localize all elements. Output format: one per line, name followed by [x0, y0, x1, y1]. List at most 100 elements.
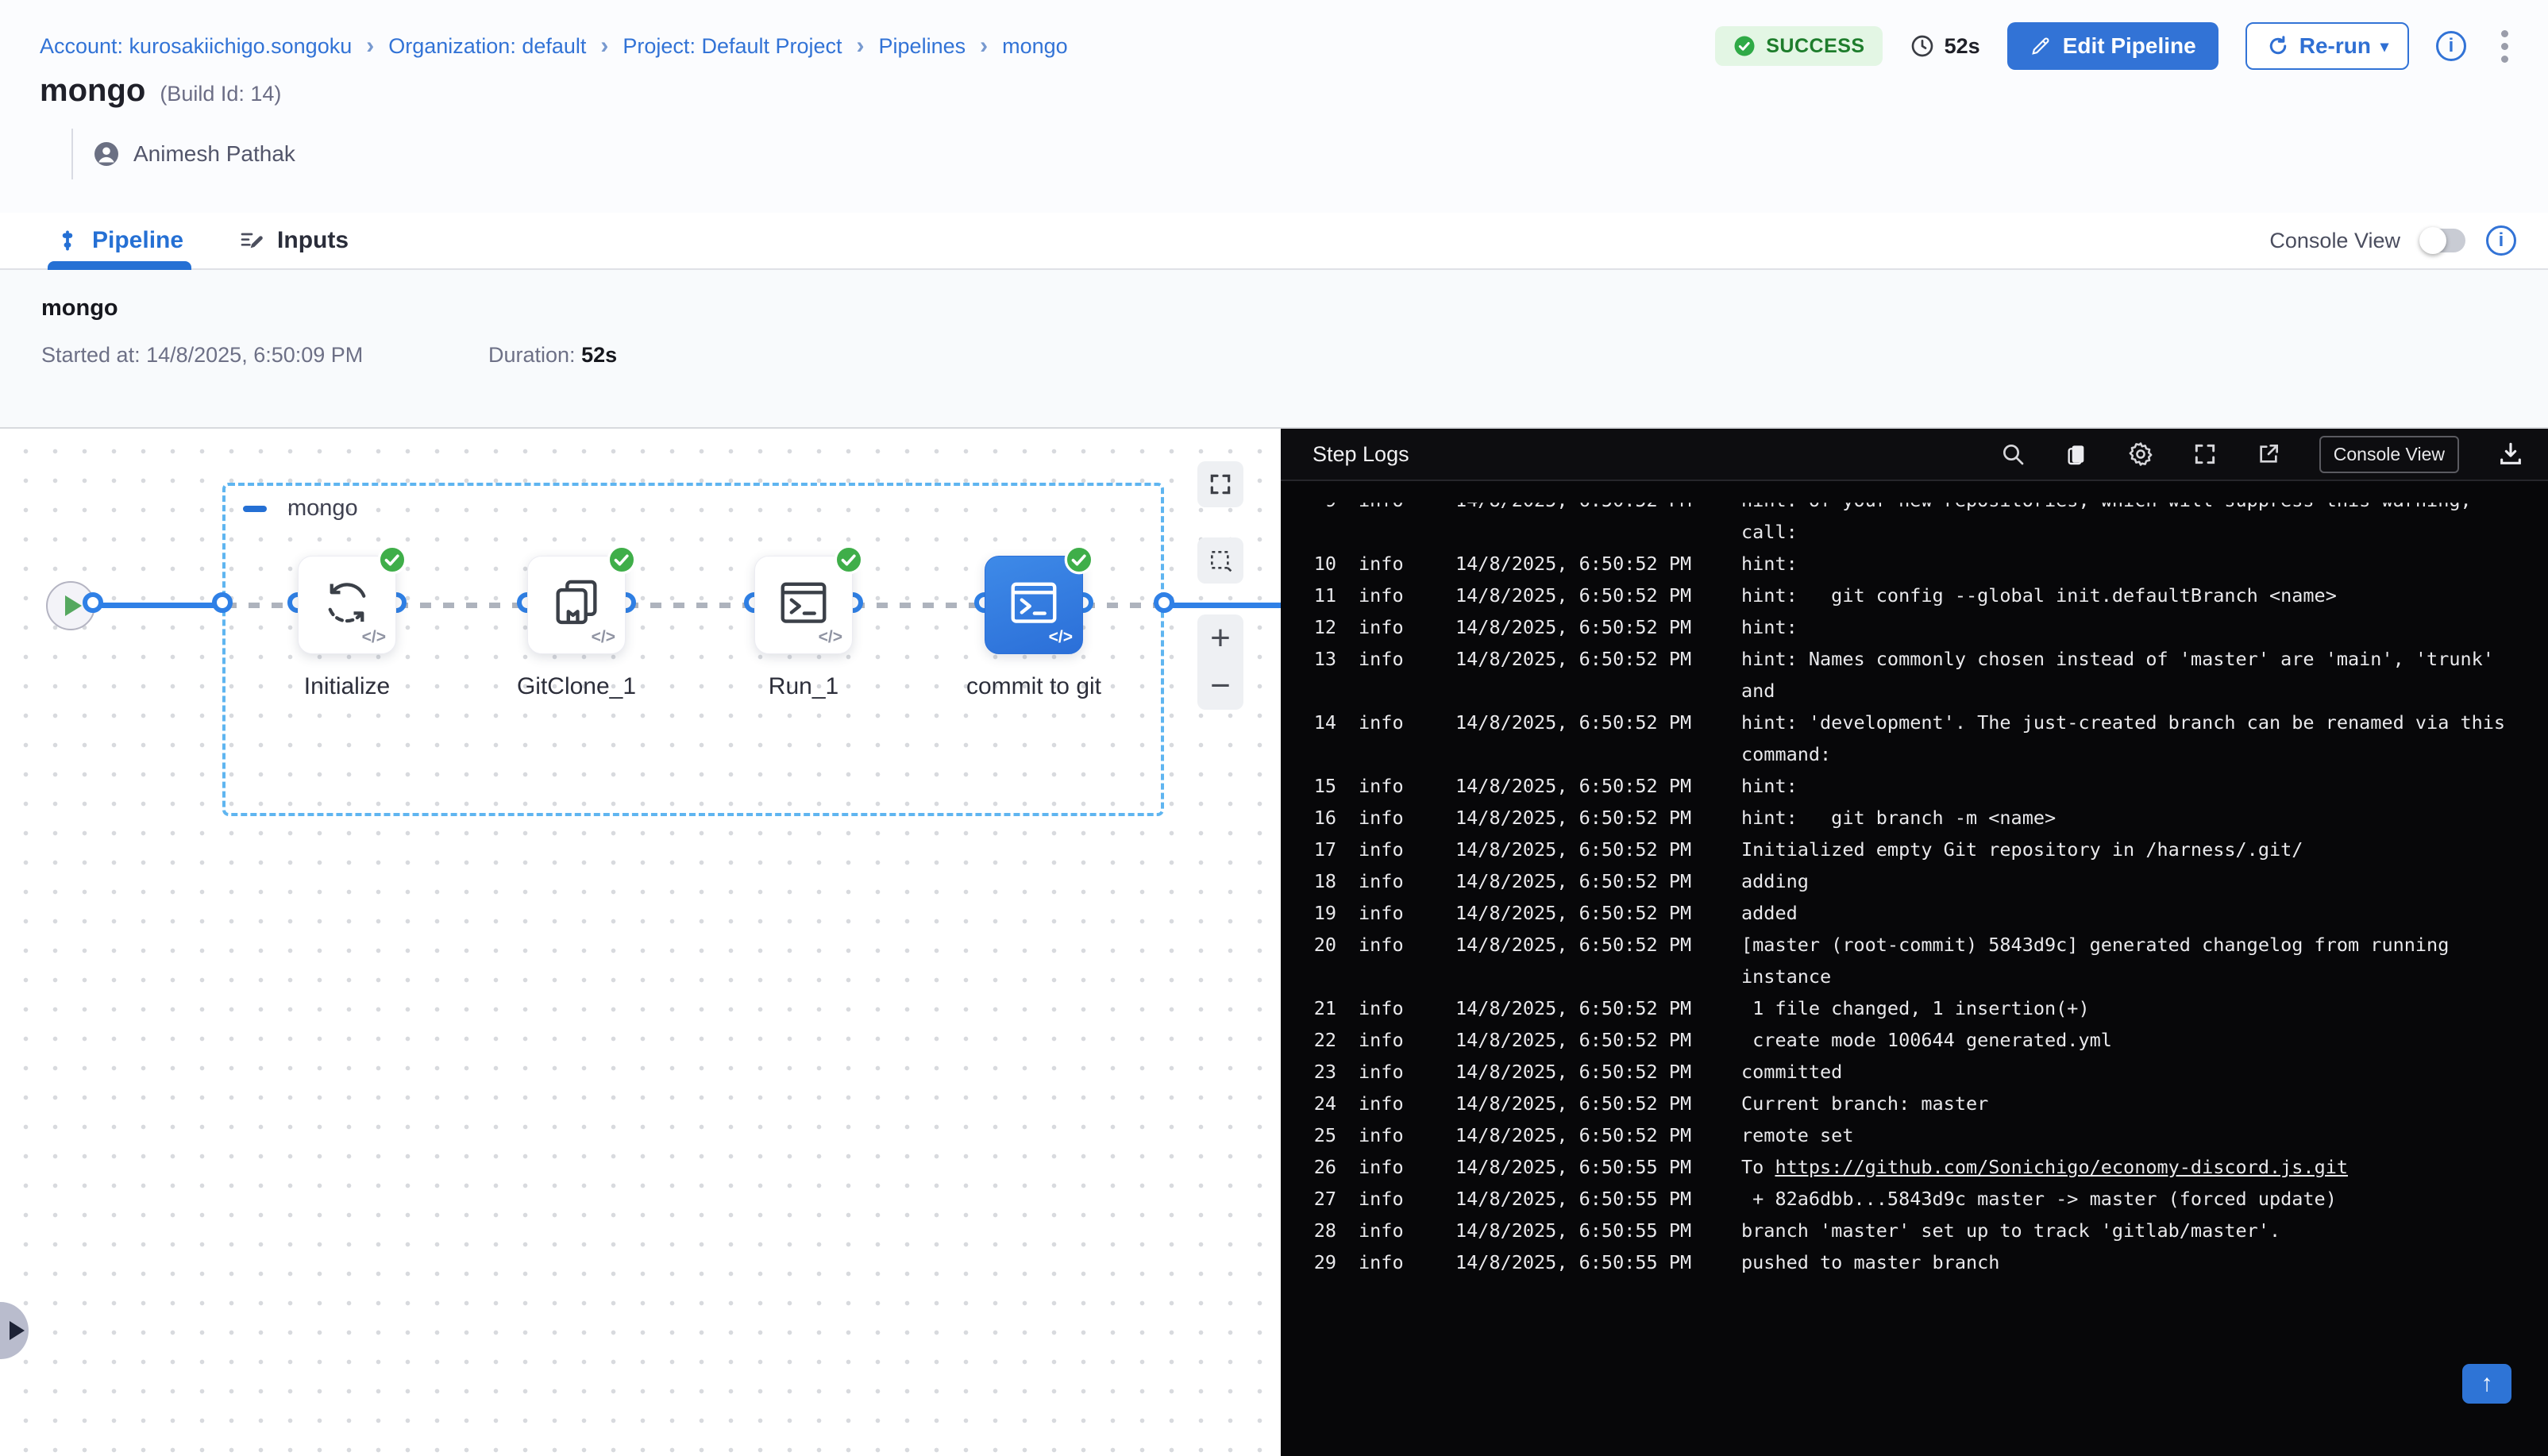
log-line: 12info14/8/2025, 6:50:52 PMhint:: [1281, 611, 2548, 643]
log-fullscreen-icon[interactable]: [2192, 441, 2218, 467]
step-logs-title: Step Logs: [1313, 442, 1409, 467]
pipeline-step-initialize[interactable]: </>: [298, 556, 396, 654]
pipeline-step-gitclone_1[interactable]: </>: [527, 556, 626, 654]
log-timestamp: 14/8/2025, 6:50:52 PM: [1455, 616, 1741, 638]
log-line: 18info14/8/2025, 6:50:52 PMadding: [1281, 865, 2548, 897]
console-view-label: Console View: [2269, 229, 2400, 253]
pipeline-step-commit-to-git[interactable]: </>: [985, 556, 1083, 654]
log-level: info: [1359, 838, 1427, 861]
log-line: 15info14/8/2025, 6:50:52 PMhint:: [1281, 770, 2548, 802]
console-view-info-icon[interactable]: i: [2486, 225, 2516, 256]
tab-pipeline[interactable]: Pipeline: [56, 213, 183, 268]
zoom-out-button[interactable]: −: [1197, 662, 1243, 710]
breadcrumb-item[interactable]: Pipelines: [879, 34, 966, 59]
log-line-number: 20: [1281, 934, 1336, 956]
log-settings-icon[interactable]: [2127, 441, 2154, 468]
zoom-in-button[interactable]: +: [1197, 614, 1243, 662]
rerun-button[interactable]: Re-run ▾: [2245, 22, 2409, 70]
log-line-number: 22: [1281, 1029, 1336, 1051]
log-message: hint: Names commonly chosen instead of '…: [1741, 648, 2548, 670]
log-message: hint:: [1741, 775, 2548, 797]
log-timestamp: 14/8/2025, 6:50:55 PM: [1455, 1219, 1741, 1242]
canvas-select-button[interactable]: [1197, 537, 1243, 584]
author-name: Animesh Pathak: [133, 141, 295, 167]
success-check-icon: [1733, 34, 1756, 58]
edge-dashed: [1084, 603, 1163, 608]
log-timestamp: 14/8/2025, 6:50:52 PM: [1455, 807, 1741, 829]
tab-pipeline-label: Pipeline: [92, 227, 183, 254]
console-view-button[interactable]: Console View: [2319, 436, 2459, 473]
rerun-label: Re-run: [2299, 33, 2371, 59]
log-timestamp: 14/8/2025, 6:50:52 PM: [1455, 489, 1741, 511]
code-icon: </>: [362, 628, 386, 647]
console-view-toggle[interactable]: [2421, 229, 2465, 252]
log-timestamp: 14/8/2025, 6:50:52 PM: [1455, 934, 1741, 956]
log-message: hint: of your new repositories, which wi…: [1741, 489, 2548, 511]
sidebar-expand-handle[interactable]: [0, 1302, 29, 1359]
log-line: call:: [1281, 516, 2548, 548]
log-message: hint: 'development'. The just-created br…: [1741, 711, 2548, 734]
log-message-wrap: and: [1741, 680, 2548, 702]
log-timestamp: 14/8/2025, 6:50:52 PM: [1455, 1124, 1741, 1146]
log-message: hint:: [1741, 616, 2548, 638]
canvas-fullscreen-button[interactable]: [1197, 461, 1243, 507]
stage-collapse-control[interactable]: mongo: [243, 495, 358, 522]
build-id: (Build Id: 14): [160, 82, 281, 106]
edge-dashed: [397, 603, 529, 608]
log-line-number: 25: [1281, 1124, 1336, 1146]
log-line-number: 18: [1281, 870, 1336, 892]
breadcrumb-item[interactable]: Project: Default Project: [623, 34, 842, 59]
log-line-number: 26: [1281, 1156, 1336, 1178]
connector-port[interactable]: [212, 592, 233, 613]
refresh-icon: [2266, 34, 2290, 58]
edit-pipeline-button[interactable]: Edit Pipeline: [2007, 22, 2218, 70]
log-line: 20info14/8/2025, 6:50:52 PM[master (root…: [1281, 929, 2548, 961]
breadcrumb: Account: kurosakiichigo.songoku › Organiza…: [40, 33, 1068, 60]
log-level: info: [1359, 902, 1427, 924]
inputs-icon: [239, 228, 264, 253]
log-search-icon[interactable]: [2000, 441, 2026, 467]
connector-port[interactable]: [1154, 592, 1174, 613]
terminal-icon: [1006, 575, 1062, 630]
duration-text: 52s: [581, 343, 617, 367]
breadcrumb-separator: ›: [366, 33, 374, 60]
breadcrumb-item[interactable]: mongo: [1002, 34, 1068, 59]
log-line: 11info14/8/2025, 6:50:52 PMhint: git con…: [1281, 580, 2548, 611]
log-level: info: [1359, 584, 1427, 607]
log-message: pushed to master branch: [1741, 1251, 2548, 1273]
edit-pipeline-label: Edit Pipeline: [2063, 33, 2196, 59]
log-message: branch 'master' set up to track 'gitlab/…: [1741, 1219, 2548, 1242]
log-level: info: [1359, 870, 1427, 892]
log-line-number: 24: [1281, 1092, 1336, 1115]
log-message: Current branch: master: [1741, 1092, 2548, 1115]
log-level: info: [1359, 1029, 1427, 1051]
edge-dashed: [854, 603, 986, 608]
info-icon[interactable]: i: [2436, 31, 2466, 61]
tab-inputs[interactable]: Inputs: [239, 213, 349, 268]
log-body[interactable]: 9info14/8/2025, 6:50:52 PMhint: of your …: [1281, 483, 2548, 1456]
log-line-number: 10: [1281, 553, 1336, 575]
connector-port[interactable]: [83, 592, 103, 613]
log-line: instance: [1281, 961, 2548, 992]
log-timestamp: 14/8/2025, 6:50:52 PM: [1455, 1061, 1741, 1083]
log-message: create mode 100644 generated.yml: [1741, 1029, 2548, 1051]
pipeline-step-run_1[interactable]: </>: [754, 556, 853, 654]
log-download-icon[interactable]: [2497, 441, 2524, 468]
breadcrumb-item[interactable]: Account: kurosakiichigo.songoku: [40, 34, 352, 59]
log-message: added: [1741, 902, 2548, 924]
log-copy-icon[interactable]: [2064, 441, 2089, 467]
log-level: info: [1359, 1156, 1427, 1178]
more-options-menu[interactable]: [2493, 25, 2516, 67]
log-line: 16info14/8/2025, 6:50:52 PMhint: git bra…: [1281, 802, 2548, 834]
edge-start-to-stage: [87, 603, 224, 608]
log-link[interactable]: https://github.com/Sonichigo/economy-dis…: [1775, 1156, 2348, 1178]
scroll-to-top-button[interactable]: ↑: [2462, 1364, 2511, 1404]
log-open-external-icon[interactable]: [2256, 441, 2281, 467]
pipeline-canvas[interactable]: mongo </>Initialize</>GitClone_1</>Run_1…: [0, 429, 1281, 1456]
log-line: 24info14/8/2025, 6:50:52 PMCurrent branc…: [1281, 1088, 2548, 1119]
log-line: 27info14/8/2025, 6:50:55 PM + 82a6dbb...…: [1281, 1183, 2548, 1215]
fullscreen-icon: [1208, 472, 1233, 497]
breadcrumb-item[interactable]: Organization: default: [388, 34, 586, 59]
log-line: 9info14/8/2025, 6:50:52 PMhint: of your …: [1281, 484, 2548, 516]
log-line: 23info14/8/2025, 6:50:52 PMcommitted: [1281, 1056, 2548, 1088]
